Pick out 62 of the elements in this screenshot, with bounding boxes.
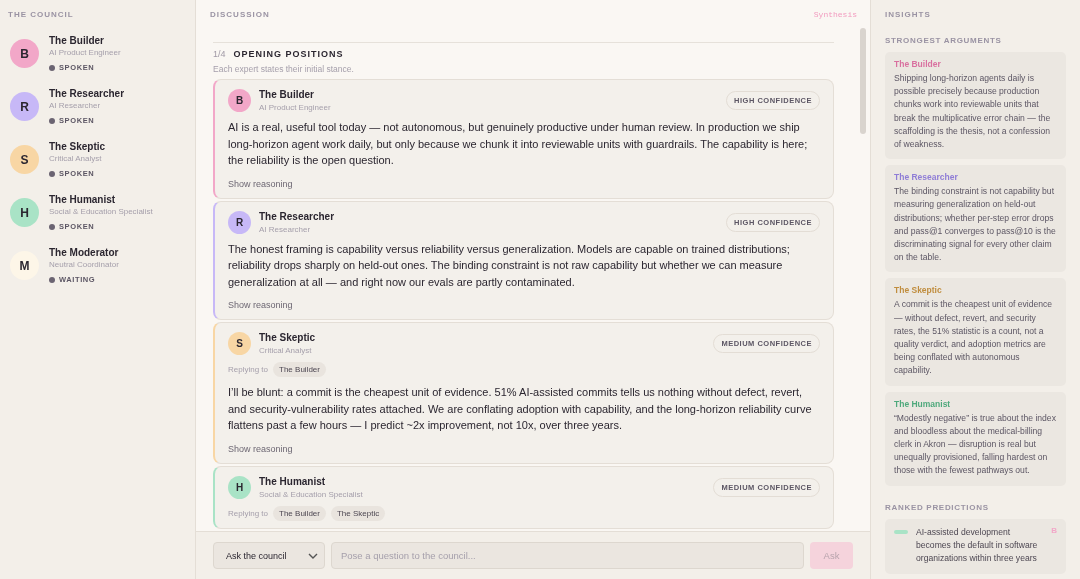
expert-name: The Builder: [259, 89, 315, 100]
argument-author: The Skeptic: [894, 285, 942, 296]
avatar: H: [10, 198, 39, 227]
argument-author: The Builder: [894, 59, 941, 69]
member-name: The Skeptic: [49, 141, 106, 152]
section-title: STRONGEST ARGUMENTS: [885, 36, 1003, 45]
argument-author: The Humanist: [894, 398, 951, 409]
sidebar-title: THE COUNCIL: [8, 10, 75, 19]
status-dot-icon: [49, 117, 55, 124]
argument-author: The Researcher: [894, 172, 958, 183]
member-name: The Builder: [49, 35, 105, 46]
expert-role: AI Product Engineer: [259, 103, 332, 112]
expert-name: The Humanist: [259, 475, 327, 487]
member-role: AI Researcher: [49, 101, 102, 110]
member-role: Social & Education Specialist: [49, 207, 153, 216]
avatar: B: [10, 39, 39, 68]
expert-role: Critical Analyst: [259, 346, 313, 355]
message-text: The honest framing is capability versus reliability versus generalization. Models are capable on trained distributions; reliability drops sharply on held-out ones. The binding constraint is not raw capability but whether we can measure generalization at all — and right now our evals are partly contaminated.: [228, 241, 791, 290]
reply-chip[interactable]: The Skeptic: [330, 505, 386, 521]
status-dot-icon: [49, 170, 55, 177]
member-name: The Humanist: [49, 194, 117, 205]
expert-name: The Skeptic: [259, 332, 317, 343]
argument-text: The binding constraint is not capability but measuring generalization on held-out distributions; whether per-step error drops and pass@1 converges to pass@10 is the discriminating signal for every other claim on the table.: [894, 185, 1057, 265]
prediction-text: AI-assisted development becomes the default in software organizations within three years: [916, 525, 1039, 566]
show-reasoning-link[interactable]: Show reasoning: [228, 178, 293, 189]
member-role: Neutral Coordinator: [49, 260, 119, 269]
avatar: S: [10, 145, 39, 174]
replying-label: Replying to: [228, 365, 269, 374]
message-text: I’ll be blunt: a commit is the cheapest unit of evidence. 51% AI-assisted commits tells us nothing without defect, revert, and security-vulnerability rates attached. We are conflating adoption with capability, and the long-horizon reliability curve flattens past a few hours — I predict ~2x improvement, not 10x, over three years.: [228, 385, 813, 433]
status-dot-icon: [49, 64, 55, 71]
replying-label: Replying to: [228, 508, 269, 518]
reply-chip[interactable]: The Builder: [273, 505, 326, 521]
round-subtitle: Each expert states their initial stance.: [213, 64, 355, 74]
argument-text: “Modestly negative” is true about the index and bloodless about the medical-billing clerk in Akron — disruption is real but unequally provisioned, falling hardest on those with the fewest pathways out.: [894, 411, 1057, 478]
avatar: R: [10, 92, 39, 121]
status-dot-icon: [49, 276, 55, 283]
show-reasoning-link[interactable]: Show reasoning: [228, 443, 293, 454]
avatar: H: [228, 475, 251, 499]
member-role: AI Product Engineer: [49, 48, 121, 57]
section-title: RANKED PREDICTIONS: [885, 502, 990, 512]
round-title: OPENING POSITIONS: [233, 49, 344, 59]
panel-title: INSIGHTS: [885, 10, 932, 19]
author-initial: B: [1051, 525, 1057, 535]
member-name: The Researcher: [49, 88, 125, 99]
round-counter: 1/4: [213, 49, 226, 59]
expert-role: AI Researcher: [259, 224, 312, 234]
avatar: B: [228, 89, 251, 112]
chevron-down-icon: [308, 552, 318, 559]
member-role: Critical Analyst: [49, 154, 103, 163]
status-dot-icon: [49, 223, 55, 230]
avatar: R: [228, 210, 251, 234]
expert-role: Social & Education Specialist: [259, 489, 364, 499]
argument-text: A commit is the cheapest unit of evidence — without defect, revert, and security rates, the 51% statistic is a count, not a quality verdict, and adoption metrics are being conflated with autonomous capability.: [894, 298, 1054, 378]
argument-text: Shipping long-horizon agents daily is possible precisely because production chunks work into reviewable units that break the multiplicative error chain — the scaffolding is the thesis, not a confession of weakness.: [894, 72, 1052, 151]
show-reasoning-link[interactable]: Show reasoning: [228, 300, 293, 310]
panel-title: DISCUSSION: [210, 10, 270, 21]
avatar: S: [228, 332, 251, 355]
expert-name: The Researcher: [259, 210, 336, 222]
reply-chip[interactable]: The Builder: [273, 362, 326, 377]
member-name: The Moderator: [49, 247, 119, 258]
message-text: AI is a real, useful tool today — not autonomous, but genuinely productive under human review. In production we ship long-horizon agent work daily, but only because we chunk it into reviewable units with guardrails. The capability is here; the reliability is the open question.: [228, 120, 809, 168]
avatar: M: [10, 251, 39, 280]
